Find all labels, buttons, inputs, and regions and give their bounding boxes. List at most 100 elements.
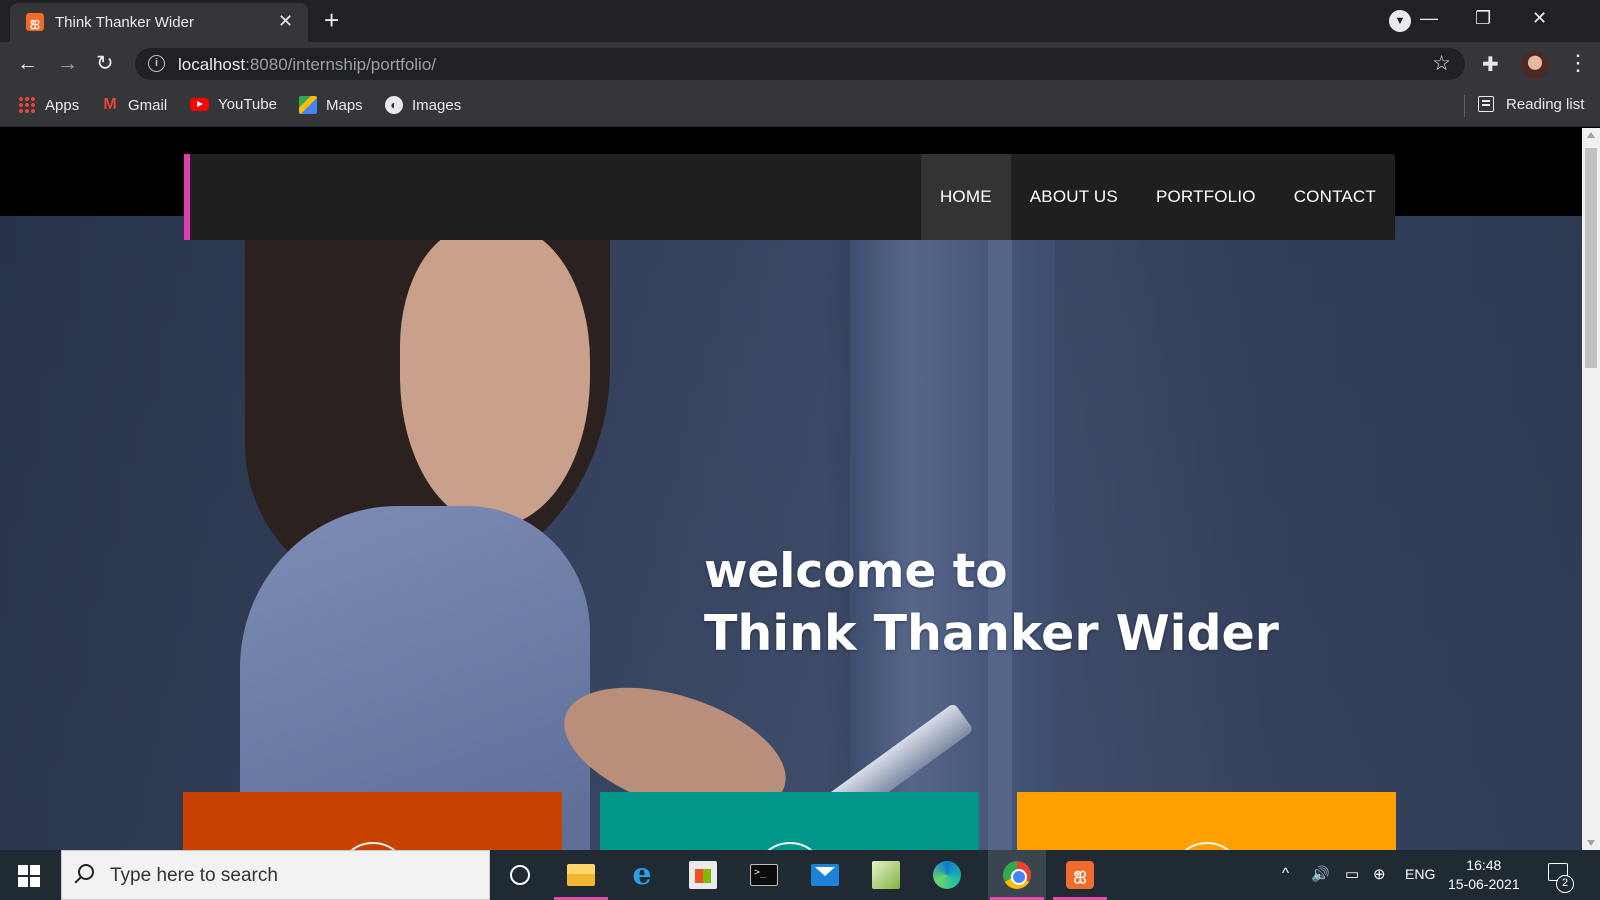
reading-list-icon[interactable] bbox=[1478, 96, 1494, 112]
taskbar-search-placeholder: Type here to search bbox=[110, 865, 278, 886]
hero-heading-line2: Think Thanker Wider bbox=[704, 605, 1279, 662]
photos-icon bbox=[872, 861, 900, 889]
tab-title: Think Thanker Wider bbox=[55, 14, 194, 31]
windows-taskbar: Type here to search e ஐ ^ 🔊 ▭ ⊕ ENG 16:4… bbox=[0, 850, 1600, 900]
windows-start-icon[interactable] bbox=[18, 865, 40, 887]
images-icon: ◐ bbox=[385, 96, 403, 114]
scroll-down-arrow-icon[interactable] bbox=[1587, 840, 1595, 846]
back-arrow-icon[interactable]: ← bbox=[17, 52, 38, 76]
bookmark-label: Apps bbox=[45, 96, 80, 114]
taskbar-photos[interactable] bbox=[857, 850, 915, 900]
taskbar-chrome[interactable] bbox=[988, 850, 1046, 900]
battery-icon[interactable]: ▭ bbox=[1345, 865, 1359, 883]
browser-toolbar: ← → ↻ i localhost:8080/internship/portfo… bbox=[0, 42, 1600, 87]
feature-box-teal[interactable] bbox=[600, 792, 979, 850]
page-viewport: welcome to Think Thanker Wider HOME ABOU… bbox=[0, 128, 1582, 850]
store-icon bbox=[689, 861, 717, 889]
site-info-icon[interactable]: i bbox=[148, 55, 165, 72]
taskbar-search-box[interactable]: Type here to search bbox=[61, 850, 490, 900]
new-tab-button[interactable]: + bbox=[324, 6, 339, 34]
bookmark-maps[interactable]: Maps bbox=[299, 96, 363, 114]
volume-icon[interactable]: 🔊 bbox=[1311, 865, 1330, 883]
feature-box-amber[interactable] bbox=[1017, 792, 1396, 850]
taskbar-store[interactable] bbox=[674, 850, 732, 900]
network-globe-icon[interactable]: ⊕ bbox=[1373, 865, 1386, 883]
screen: ஐ Think Thanker Wider ✕ + ▼ — ❐ ✕ ← → ↻ … bbox=[0, 0, 1600, 900]
tab-close-icon[interactable]: ✕ bbox=[278, 11, 293, 31]
hero-heading: welcome to Think Thanker Wider bbox=[704, 541, 1279, 665]
bookmark-apps[interactable]: Apps bbox=[18, 96, 79, 114]
chrome-icon bbox=[1003, 861, 1031, 889]
profile-avatar[interactable] bbox=[1521, 51, 1549, 79]
taskbar-file-explorer[interactable] bbox=[552, 850, 610, 900]
browser-tab-strip: ஐ Think Thanker Wider ✕ + ▼ — ❐ ✕ bbox=[0, 0, 1600, 42]
reading-list-button[interactable]: Reading list bbox=[1506, 96, 1584, 113]
taskbar-terminal[interactable] bbox=[735, 850, 793, 900]
url-path: :8080/internship/portfolio/ bbox=[245, 55, 437, 74]
nav-about-us[interactable]: ABOUT US bbox=[1011, 154, 1137, 240]
tray-overflow-chevron-icon[interactable]: ^ bbox=[1282, 865, 1289, 882]
extensions-puzzle-icon[interactable]: ✚ bbox=[1482, 52, 1499, 77]
youtube-icon bbox=[190, 98, 209, 111]
taskbar-edge[interactable] bbox=[918, 850, 976, 900]
bookmark-label: Images bbox=[412, 96, 462, 114]
bookmark-label: Maps bbox=[326, 96, 363, 114]
feature-box-orange[interactable] bbox=[183, 792, 562, 850]
address-bar[interactable]: i localhost:8080/internship/portfolio/ ☆ bbox=[135, 48, 1465, 80]
mail-icon bbox=[811, 864, 839, 886]
taskbar-internet-explorer[interactable]: e bbox=[613, 850, 671, 900]
taskbar-cortana[interactable] bbox=[491, 850, 549, 900]
maps-icon bbox=[299, 96, 317, 114]
restore-button[interactable]: ❐ bbox=[1475, 7, 1491, 29]
taskbar-clock[interactable]: 16:48 15-06-2021 bbox=[1448, 856, 1520, 894]
bookmark-label: Gmail bbox=[128, 96, 168, 114]
notification-count-badge: 2 bbox=[1556, 875, 1574, 893]
language-indicator[interactable]: ENG bbox=[1405, 866, 1435, 882]
scrollbar-thumb[interactable] bbox=[1585, 148, 1597, 368]
file-explorer-icon bbox=[567, 864, 595, 886]
bookmark-youtube[interactable]: YouTube bbox=[190, 96, 277, 113]
search-icon bbox=[78, 864, 94, 880]
minimize-button[interactable]: — bbox=[1420, 7, 1438, 29]
clock-date: 15-06-2021 bbox=[1448, 876, 1520, 892]
browser-tab[interactable]: ஐ Think Thanker Wider ✕ bbox=[10, 3, 308, 42]
browser-menu-icon[interactable]: ⋮ bbox=[1567, 50, 1589, 76]
feature-icon-ring bbox=[753, 842, 826, 850]
hero-heading-line1: welcome to bbox=[704, 544, 1008, 599]
site-navbar: HOME ABOUT US PORTFOLIO CONTACT bbox=[184, 154, 1395, 240]
nav-contact[interactable]: CONTACT bbox=[1275, 154, 1395, 240]
feature-icon-ring bbox=[1170, 842, 1243, 850]
page-scrollbar[interactable] bbox=[1582, 128, 1600, 850]
gmail-icon: M bbox=[103, 96, 117, 113]
bookmark-star-icon[interactable]: ☆ bbox=[1432, 51, 1451, 76]
site-nav-menu: HOME ABOUT US PORTFOLIO CONTACT bbox=[920, 154, 1395, 240]
clock-time: 16:48 bbox=[1466, 857, 1502, 873]
taskbar-xampp[interactable]: ஐ bbox=[1051, 850, 1109, 900]
tab-search-icon[interactable]: ▼ bbox=[1389, 10, 1411, 32]
hero-section: welcome to Think Thanker Wider bbox=[0, 216, 1582, 850]
url-host: localhost bbox=[178, 55, 246, 74]
bookmark-label: YouTube bbox=[218, 96, 277, 113]
bookmarks-divider bbox=[1464, 95, 1465, 117]
xampp-favicon-icon: ஐ bbox=[26, 13, 44, 31]
cortana-icon bbox=[510, 865, 530, 885]
url-text[interactable]: localhost:8080/internship/portfolio/ bbox=[178, 55, 436, 75]
feature-icon-ring bbox=[336, 842, 409, 850]
apps-grid-icon bbox=[18, 96, 36, 114]
taskbar-mail[interactable] bbox=[796, 850, 854, 900]
xampp-icon: ஐ bbox=[1066, 861, 1094, 889]
bookmark-images[interactable]: ◐ Images bbox=[385, 96, 461, 114]
window-close-button[interactable]: ✕ bbox=[1532, 7, 1547, 29]
edge-icon bbox=[933, 861, 961, 889]
bookmark-gmail[interactable]: M Gmail bbox=[101, 96, 167, 114]
reload-icon[interactable]: ↻ bbox=[96, 52, 114, 76]
terminal-icon bbox=[750, 864, 778, 886]
nav-portfolio[interactable]: PORTFOLIO bbox=[1137, 154, 1275, 240]
hero-background-door-edge bbox=[988, 216, 1012, 850]
nav-home[interactable]: HOME bbox=[920, 154, 1011, 240]
hero-photo-woman-face bbox=[400, 226, 590, 526]
forward-arrow-icon[interactable]: → bbox=[57, 52, 78, 76]
internet-explorer-icon: e bbox=[632, 857, 652, 892]
bookmarks-bar: Apps M Gmail YouTube Maps ◐ Images Readi… bbox=[0, 87, 1600, 127]
scroll-up-arrow-icon[interactable] bbox=[1587, 132, 1595, 138]
